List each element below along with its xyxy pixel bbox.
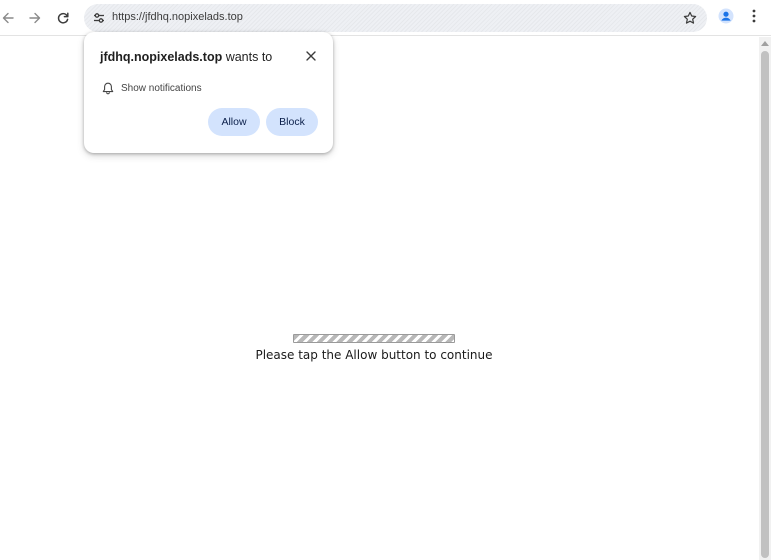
allow-button[interactable]: Allow [208,108,260,136]
arrow-left-icon [1,11,15,25]
popup-wants-to: wants to [222,50,273,64]
profile-avatar-icon [718,8,734,29]
bookmark-star-icon[interactable] [681,9,699,27]
scroll-up-arrow-icon[interactable] [761,39,769,47]
kebab-menu-icon [752,9,756,28]
reload-icon [56,11,70,25]
scrollbar-thumb[interactable] [761,51,769,558]
popup-close-button[interactable] [303,49,319,65]
back-button[interactable] [0,6,20,30]
notification-permission-popup: jfdhq.nopixelads.top wants to Show notif… [84,32,333,153]
browser-toolbar: https://jfdhq.nopixelads.top [0,0,771,36]
close-icon [306,48,316,66]
vertical-scrollbar[interactable] [759,37,771,560]
url-text[interactable]: https://jfdhq.nopixelads.top [112,11,243,23]
browser-menu-button[interactable] [745,8,763,28]
site-settings-icon[interactable] [90,9,108,27]
arrow-right-icon [28,11,42,25]
block-button[interactable]: Block [266,108,318,136]
popup-title: jfdhq.nopixelads.top wants to [100,50,272,64]
address-bar[interactable]: https://jfdhq.nopixelads.top [84,4,707,32]
popup-site-name: jfdhq.nopixelads.top [100,50,223,64]
continue-message: Please tap the Allow button to continue [255,348,493,362]
bell-icon [101,81,115,95]
loading-progress-bar [293,334,455,343]
profile-button[interactable] [717,8,735,29]
permission-label: Show notifications [121,83,202,94]
forward-button[interactable] [23,6,47,30]
reload-button[interactable] [51,6,75,30]
